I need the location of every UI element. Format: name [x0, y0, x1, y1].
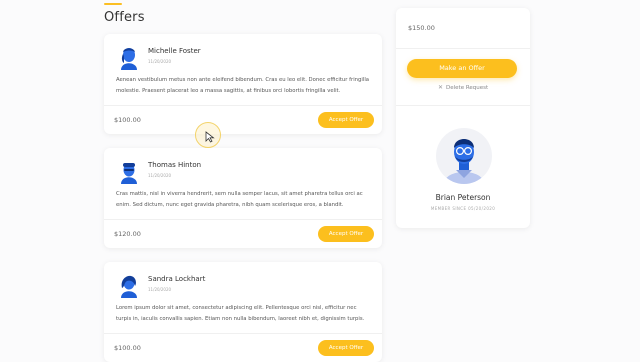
user-avatar-icon [121, 275, 137, 298]
card-divider [104, 219, 382, 220]
accept-offer-button[interactable]: Accept Offer [318, 340, 374, 356]
offer-card: Michelle Foster 11/20/2020 Aenean vestib… [104, 34, 382, 134]
delete-request-link[interactable]: ✕ Delete Request [438, 84, 488, 91]
page-title: Offers [104, 10, 145, 25]
offer-price: $100.00 [114, 344, 141, 352]
offer-message: Aenean vestibulum metus non ante eleifen… [116, 77, 370, 94]
offer-price: $120.00 [114, 230, 141, 238]
offer-price: $100.00 [114, 116, 141, 124]
offer-date: 11/20/2020 [148, 173, 172, 178]
delete-request-label: Delete Request [446, 84, 489, 91]
user-avatar-icon [121, 163, 137, 184]
offer-user-name: Thomas Hinton [148, 161, 202, 169]
user-avatar-icon [121, 48, 137, 70]
title-accent-bar [104, 3, 122, 5]
profile-avatar [436, 128, 492, 184]
sidebar-divider [396, 48, 530, 49]
offer-message: Lorem ipsum dolor sit amet, consectetur … [116, 305, 365, 322]
accept-offer-button[interactable]: Accept Offer [318, 226, 374, 242]
offer-date: 11/20/2020 [148, 59, 172, 64]
profile-name: Brian Peterson [435, 193, 491, 202]
card-divider [104, 105, 382, 106]
request-price: $150.00 [408, 24, 435, 32]
make-offer-button[interactable]: Make an Offer [407, 59, 517, 78]
sidebar-divider [396, 105, 530, 106]
offer-card: Sandra Lockhart 11/20/2020 Lorem ipsum d… [104, 262, 382, 362]
accept-offer-button[interactable]: Accept Offer [318, 112, 374, 128]
mouse-cursor-icon [205, 131, 215, 143]
offer-date: 11/20/2020 [148, 287, 172, 292]
offer-message: Cras mattis, nisl in viverra hendrerit, … [116, 191, 363, 208]
member-since: MEMBER SINCE 05/20/2020 [430, 206, 496, 211]
request-sidebar: $150.00 Make an Offer ✕ Delete Request B… [396, 8, 530, 228]
close-icon: ✕ [438, 84, 444, 91]
offer-user-name: Sandra Lockhart [148, 275, 206, 283]
offer-user-name: Michelle Foster [148, 47, 201, 55]
profile-avatar-icon [444, 139, 484, 184]
offer-card: Thomas Hinton 11/20/2020 Cras mattis, ni… [104, 148, 382, 248]
card-divider [104, 333, 382, 334]
